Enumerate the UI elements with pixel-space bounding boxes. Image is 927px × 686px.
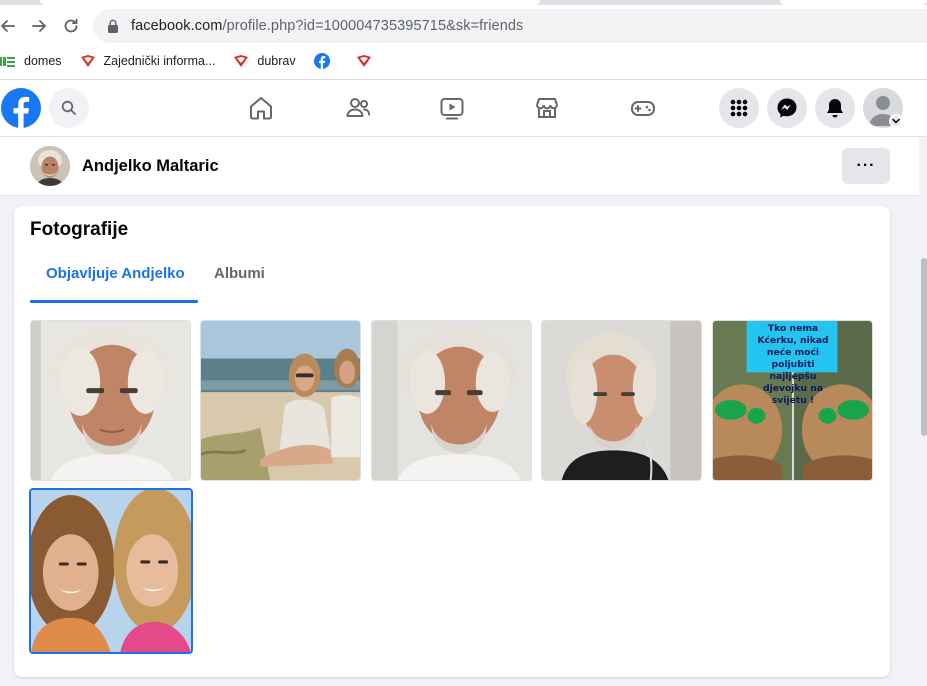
back-icon[interactable] — [0, 14, 20, 38]
bookmark-label: Zajednički informa... — [103, 54, 216, 68]
notifications-icon[interactable] — [815, 88, 855, 128]
bookmark-dubrav[interactable]: dubrav — [233, 53, 296, 69]
photo-thumbnail[interactable] — [30, 320, 191, 481]
browser-tab-active[interactable] — [40, 0, 540, 5]
chevron-down-icon[interactable] — [889, 114, 903, 128]
bookmark-zajednicki[interactable]: Zajednički informa... — [80, 53, 216, 69]
active-tab-indicator — [30, 300, 198, 303]
facebook-header — [0, 80, 927, 136]
search-button[interactable] — [49, 88, 89, 128]
photo-thumbnail[interactable] — [200, 320, 361, 481]
menu-grid-icon[interactable] — [719, 88, 759, 128]
profile-name[interactable]: Andjelko Maltaric — [82, 157, 219, 176]
facebook-logo-icon[interactable] — [1, 88, 41, 128]
tab-strip — [0, 0, 927, 5]
meme-caption: Tko nema Kćerku, nikad neće moći poljubi… — [757, 323, 829, 406]
facebook-favicon — [313, 53, 330, 69]
red-ribbon-favicon — [356, 53, 372, 69]
marketplace-icon[interactable] — [533, 94, 561, 122]
bookmark-label: domes — [24, 54, 62, 68]
red-ribbon-favicon — [233, 53, 249, 69]
red-ribbon-favicon — [80, 53, 96, 69]
photo-thumbnail-selected[interactable] — [29, 488, 193, 654]
url-host: facebook.com — [131, 18, 223, 34]
lock-icon — [108, 19, 118, 33]
tab-photos-by[interactable]: Objavljuje Andjelko — [46, 265, 185, 282]
url-path: /profile.php?id=100004735395715&sk=frien… — [222, 18, 524, 34]
friends-icon[interactable] — [344, 94, 372, 122]
gaming-icon[interactable] — [629, 94, 657, 122]
bookmark-ribbon[interactable] — [356, 53, 380, 69]
domes-favicon — [0, 53, 16, 69]
bookmark-label: dubrav — [257, 54, 296, 68]
bookmark-facebook[interactable] — [313, 53, 338, 69]
bookmarks-bar: domes Zajednički informa... dubrav — [0, 48, 398, 74]
more-options-button[interactable]: ··· — [842, 148, 890, 184]
photo-thumbnail[interactable]: Tko nema Kćerku, nikad neće moći poljubi… — [712, 320, 873, 481]
reload-icon[interactable] — [59, 14, 83, 38]
profile-avatar[interactable] — [30, 146, 70, 186]
bookmark-domes[interactable]: domes — [0, 53, 62, 69]
photos-card: Fotografije Objavljuje Andjelko Albumi T… — [14, 206, 890, 677]
photo-thumbnail[interactable] — [541, 320, 702, 481]
browser-tab[interactable] — [780, 0, 927, 5]
forward-icon[interactable] — [27, 14, 51, 38]
url-text: facebook.com/profile.php?id=100004735395… — [131, 18, 523, 34]
tab-albums[interactable]: Albumi — [214, 265, 265, 282]
photo-thumbnail[interactable] — [371, 320, 532, 481]
scrollbar-thumb[interactable] — [921, 258, 927, 436]
watch-icon[interactable] — [438, 94, 466, 122]
messenger-icon[interactable] — [767, 88, 807, 128]
search-icon — [61, 100, 76, 115]
home-icon[interactable] — [247, 94, 275, 122]
address-bar[interactable]: facebook.com/profile.php?id=100004735395… — [93, 9, 927, 43]
profile-sticky-bar: Andjelko Maltaric ··· — [0, 137, 919, 196]
browser-toolbar: facebook.com/profile.php?id=100004735395… — [0, 0, 927, 80]
photos-title: Fotografije — [30, 219, 129, 240]
